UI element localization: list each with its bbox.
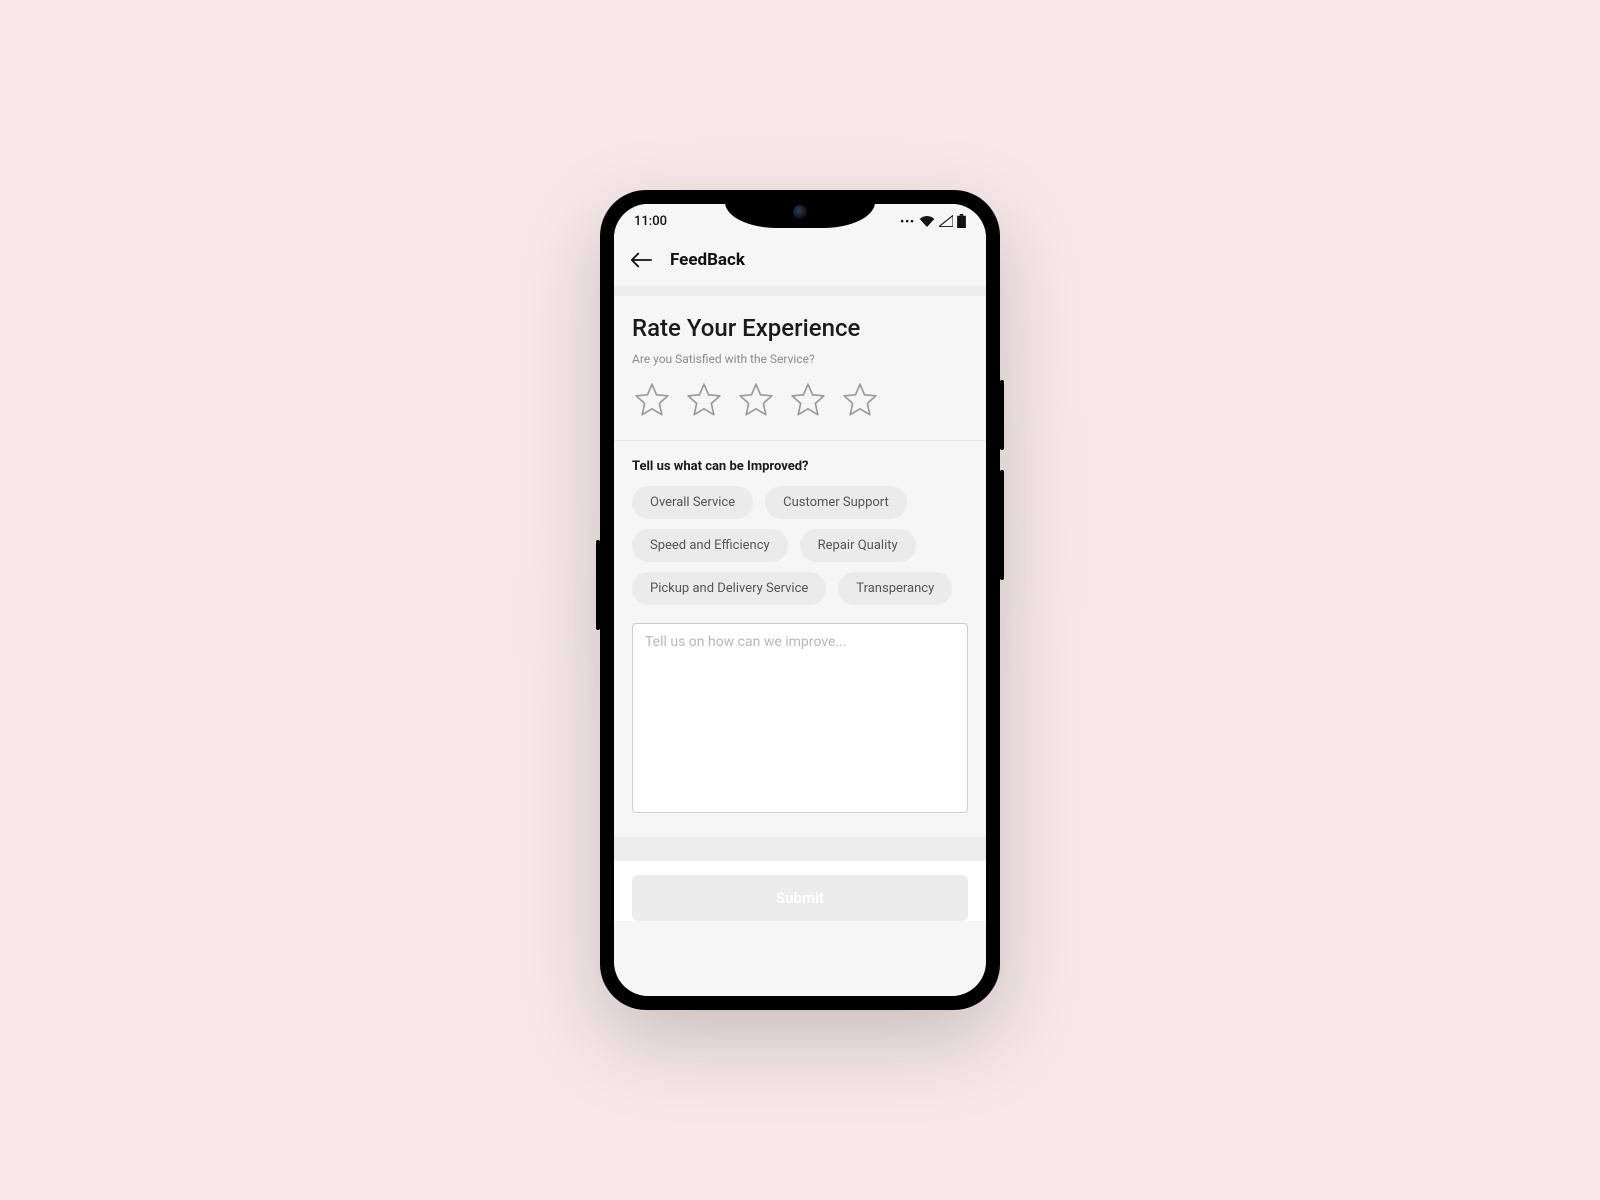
section-divider: [614, 837, 986, 861]
status-icons: •••: [900, 214, 966, 228]
app-bar: FeedBack: [614, 238, 986, 286]
back-arrow-icon[interactable]: [630, 252, 652, 268]
battery-icon: [957, 214, 966, 228]
improve-chip[interactable]: Overall Service: [632, 486, 753, 519]
improve-title: Tell us what can be Improved?: [614, 441, 986, 486]
star-icon[interactable]: [736, 380, 776, 420]
page-title: FeedBack: [670, 250, 745, 270]
submit-section: Submit: [614, 861, 986, 921]
feedback-textarea-wrap: [614, 623, 986, 837]
more-icon: •••: [900, 215, 915, 228]
rate-section: Rate Your Experience Are you Satisfied w…: [614, 296, 986, 440]
cell-signal-icon: [939, 215, 953, 227]
wifi-icon: [919, 215, 935, 227]
phone-frame: 11:00 ••• FeedBack Rate Your: [600, 190, 1000, 1010]
screen: 11:00 ••• FeedBack Rate Your: [614, 204, 986, 996]
improve-chip-group: Overall Service Customer Support Speed and…: [614, 486, 986, 623]
improve-chip[interactable]: Pickup and Delivery Service: [632, 572, 826, 605]
star-rating: [632, 380, 968, 420]
feedback-textarea[interactable]: [632, 623, 968, 813]
star-icon[interactable]: [840, 380, 880, 420]
improve-chip[interactable]: Repair Quality: [800, 529, 916, 562]
improve-chip[interactable]: Speed and Efficiency: [632, 529, 788, 562]
submit-button[interactable]: Submit: [632, 875, 968, 921]
rate-subtitle: Are you Satisfied with the Service?: [632, 352, 968, 366]
improve-chip[interactable]: Transperancy: [838, 572, 952, 605]
camera-dot: [793, 205, 807, 219]
star-icon[interactable]: [632, 380, 672, 420]
section-divider: [614, 286, 986, 296]
rate-title: Rate Your Experience: [632, 314, 968, 342]
star-icon[interactable]: [684, 380, 724, 420]
improve-chip[interactable]: Customer Support: [765, 486, 907, 519]
status-time: 11:00: [634, 214, 667, 229]
star-icon[interactable]: [788, 380, 828, 420]
